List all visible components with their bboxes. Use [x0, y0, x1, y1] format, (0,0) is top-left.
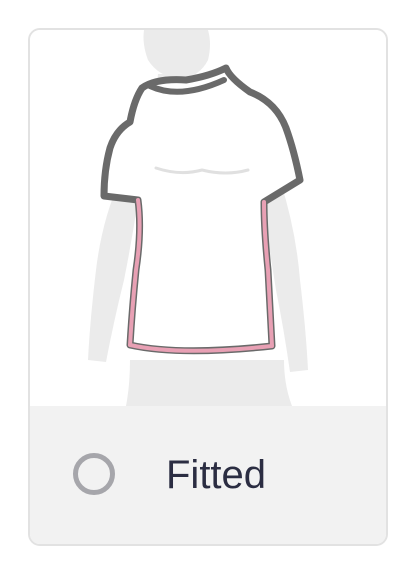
fitted-tshirt-icon [88, 30, 308, 406]
fit-option-card[interactable]: Fitted [28, 28, 388, 546]
option-label: Fitted [166, 453, 267, 497]
fitted-tshirt-illustration [30, 30, 386, 406]
radio-button[interactable] [73, 453, 115, 495]
option-footer: Fitted [30, 406, 386, 544]
